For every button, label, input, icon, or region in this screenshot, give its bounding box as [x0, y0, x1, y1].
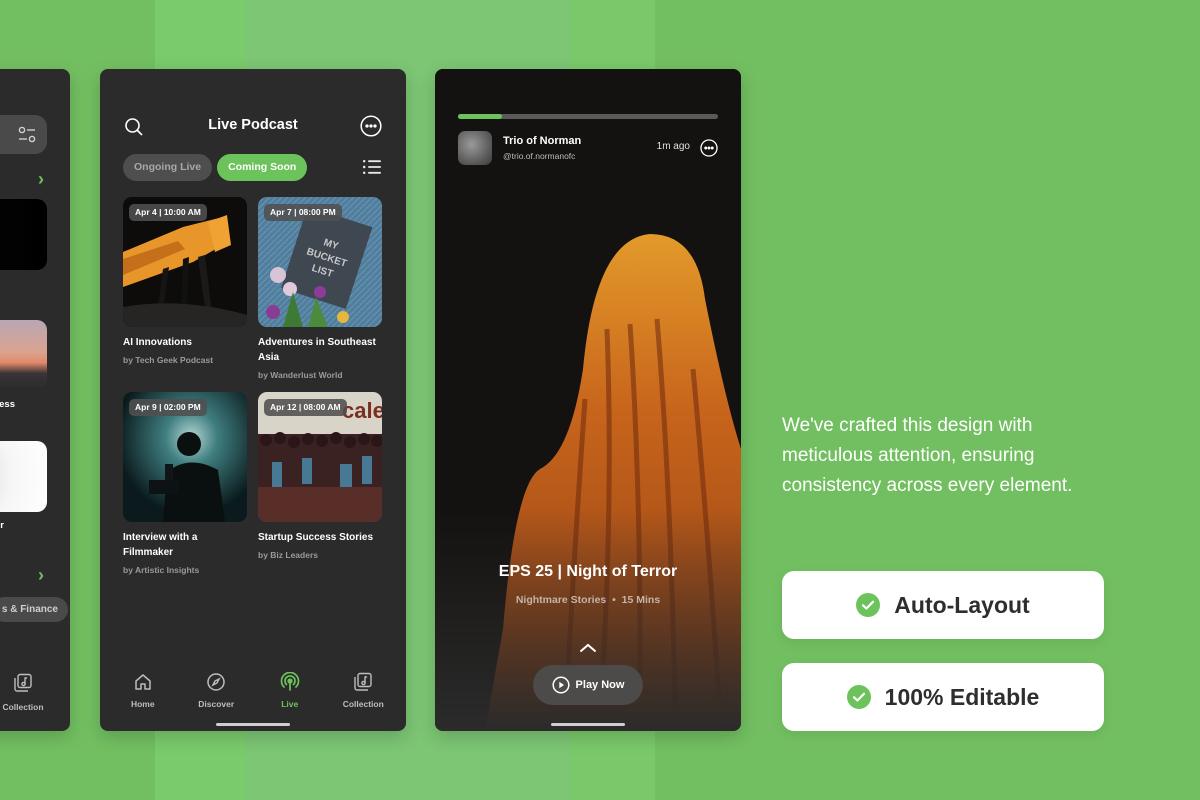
music-collection-icon [354, 672, 372, 691]
podcast-thumbnail[interactable] [0, 320, 47, 391]
nav-live[interactable]: Live [255, 671, 325, 709]
podcast-card[interactable]: cale Apr 12 | 08:00 AM Startup Success S… [258, 392, 382, 560]
nav-label: Collection [2, 702, 44, 712]
category-chip[interactable]: s & Finance [0, 597, 68, 622]
card-title: Adventures in Southeast Asia [258, 337, 376, 363]
svg-text:cale: cale [342, 398, 382, 423]
play-circle-icon [551, 676, 570, 694]
compass-icon [207, 673, 225, 691]
home-indicator [216, 723, 290, 726]
podcast-card[interactable]: Apr 4 | 10:00 AM AI Innovations by Tech … [123, 197, 247, 365]
podcast-thumbnail: cale Apr 12 | 08:00 AM [258, 392, 382, 522]
duration: 15 Mins [621, 594, 661, 606]
feature-badge: 100% Editable [782, 663, 1104, 731]
chevron-right-icon[interactable]: › [38, 169, 44, 190]
header: Live Podcast [100, 115, 406, 137]
broadcast-icon [280, 671, 300, 691]
bottom-nav: Home Discover Live Collection [100, 671, 406, 709]
card-title: Interview with a Filmmaker [123, 532, 198, 558]
nav-discover[interactable]: Discover [181, 672, 251, 709]
play-label: Play Now [575, 679, 625, 691]
live-podcast-screen: Live Podcast Ongoing Live Coming Soon Ap [100, 69, 406, 731]
nav-home[interactable]: Home [108, 672, 178, 709]
episode-title: EPS 25 | Night of Terror [498, 563, 678, 580]
nav-collection[interactable]: Collection [0, 673, 48, 712]
card-author: by Tech Geek Podcast [123, 355, 214, 365]
card-author: by Biz Leaders [258, 550, 318, 560]
tab-ongoing-live[interactable]: Ongoing Live [123, 154, 213, 181]
episode-story-screen: Trio of Norman @trio.of.normanofc 1m ago… [435, 69, 741, 731]
feature-label: 100% Editable [884, 683, 1040, 710]
home-indicator [551, 723, 625, 726]
date-badge: Apr 9 | 02:00 PM [129, 399, 207, 416]
podcast-thumbnail: MY BUCKET LIST Apr 7 | 08:00 PM [258, 197, 382, 327]
card-title: ess [0, 399, 15, 410]
ghost-cover-image [435, 69, 741, 731]
podcast-thumbnail: Apr 4 | 10:00 AM [123, 197, 247, 327]
nav-label: Collection [342, 699, 384, 709]
card-title: r [0, 520, 4, 531]
more-horizontal-icon[interactable] [360, 115, 382, 137]
card-title: AI Innovations [123, 337, 192, 348]
play-now-button[interactable]: Play Now [533, 665, 643, 705]
separator-dot: • [609, 594, 622, 606]
promo-description: We've crafted this design with meticulou… [782, 415, 1073, 496]
author-row: Trio of Norman @trio.of.normanofc 1m ago [458, 131, 718, 165]
phone-screen-partial: › ess r › s & Finance Collection [0, 69, 70, 731]
date-badge: Apr 12 | 08:00 AM [264, 399, 347, 416]
more-horizontal-icon[interactable] [700, 139, 718, 157]
date-badge: Apr 7 | 08:00 PM [264, 204, 342, 221]
author-handle: @trio.of.normanofc [503, 151, 576, 161]
home-icon [135, 674, 151, 690]
list-icon[interactable] [363, 160, 381, 174]
nav-label: Live [281, 699, 299, 709]
feature-badge: Auto-Layout [782, 571, 1104, 639]
nav-collection[interactable]: Collection [328, 672, 398, 709]
tab-bar: Ongoing Live Coming Soon [123, 154, 308, 181]
check-circle-icon [856, 593, 881, 617]
card-author: by Artistic Insights [123, 565, 200, 575]
nav-label: Discover [198, 699, 235, 709]
story-progress-bar [458, 114, 718, 119]
timestamp: 1m ago [656, 141, 690, 152]
card-author: by Wanderlust World [258, 370, 343, 380]
card-title: Startup Success Stories [258, 532, 374, 543]
sliders-icon [18, 126, 36, 143]
filter-button[interactable] [0, 115, 47, 154]
author-name[interactable]: Trio of Norman [503, 135, 581, 147]
music-collection-icon [14, 673, 32, 692]
podcast-thumbnail[interactable] [0, 199, 47, 270]
feature-label: Auto-Layout [894, 591, 1030, 618]
podcast-thumbnail: Apr 9 | 02:00 PM [123, 392, 247, 522]
nav-label: Home [130, 699, 155, 709]
date-badge: Apr 4 | 10:00 AM [129, 204, 207, 221]
avatar[interactable] [458, 131, 492, 165]
tab-coming-soon[interactable]: Coming Soon [217, 154, 308, 181]
story-progress-fill [458, 114, 503, 119]
podcast-card[interactable]: MY BUCKET LIST Apr 7 | 08:00 PM Adventur… [258, 197, 382, 380]
podcast-card[interactable]: Apr 9 | 02:00 PM Interview with a Filmma… [123, 392, 247, 575]
chevron-up-icon[interactable] [579, 643, 597, 653]
podcast-thumbnail[interactable] [0, 441, 47, 512]
chevron-right-icon[interactable]: › [38, 565, 44, 586]
episode-meta: Nightmare Stories • 15 Mins [435, 594, 741, 606]
show-name: Nightmare Stories [515, 594, 607, 606]
check-circle-icon [846, 685, 871, 709]
